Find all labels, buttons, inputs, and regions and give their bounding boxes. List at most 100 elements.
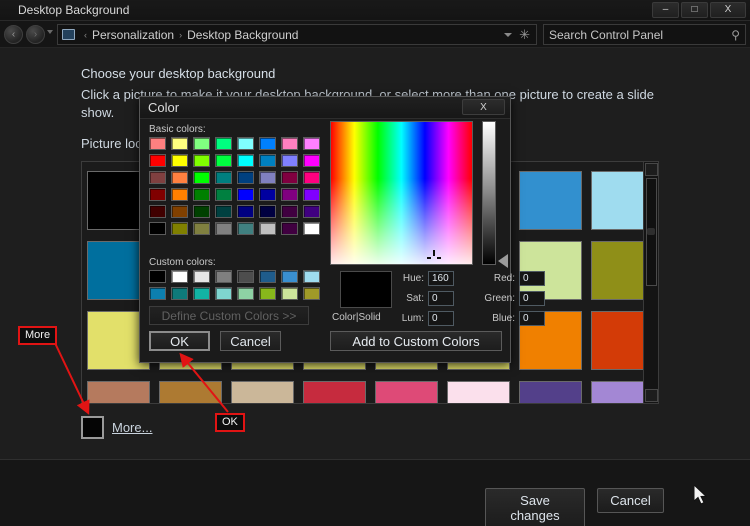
more-color-swatch[interactable] (81, 416, 104, 439)
custom-color-swatch[interactable] (171, 270, 188, 283)
luminance-slider[interactable] (482, 121, 496, 265)
gallery-thumbnail[interactable] (87, 380, 150, 403)
breadcrumb-personalization[interactable]: Personalization (92, 28, 174, 42)
basic-color-swatch[interactable] (171, 171, 188, 184)
basic-color-swatch[interactable] (215, 222, 232, 235)
color-dialog-ok-button[interactable]: OK (149, 331, 210, 351)
basic-color-swatch[interactable] (237, 205, 254, 218)
basic-color-swatch[interactable] (237, 154, 254, 167)
basic-color-swatch[interactable] (193, 205, 210, 218)
basic-color-swatch[interactable] (259, 205, 276, 218)
custom-color-swatch[interactable] (237, 287, 254, 300)
basic-color-swatch[interactable] (259, 154, 276, 167)
basic-color-swatch[interactable] (193, 171, 210, 184)
recent-pages-chevron-icon[interactable] (47, 30, 53, 34)
basic-color-swatch[interactable] (149, 205, 166, 218)
basic-color-swatch[interactable] (149, 171, 166, 184)
green-input[interactable]: 0 (519, 291, 545, 306)
back-button[interactable]: ‹ (4, 25, 23, 44)
custom-color-swatch[interactable] (193, 287, 210, 300)
basic-color-swatch[interactable] (259, 222, 276, 235)
gallery-thumbnail[interactable] (303, 380, 366, 403)
define-custom-colors-button[interactable]: Define Custom Colors >> (149, 306, 309, 325)
basic-color-swatch[interactable] (281, 154, 298, 167)
basic-color-swatch[interactable] (281, 171, 298, 184)
luminance-slider-handle-icon[interactable] (498, 254, 508, 268)
basic-color-swatch[interactable] (303, 188, 320, 201)
basic-color-swatch[interactable] (237, 188, 254, 201)
custom-color-swatch[interactable] (281, 287, 298, 300)
basic-color-swatch[interactable] (303, 154, 320, 167)
basic-color-swatch[interactable] (171, 137, 188, 150)
color-dialog-cancel-button[interactable]: Cancel (220, 331, 281, 351)
custom-color-swatch[interactable] (149, 287, 166, 300)
maximize-button[interactable]: □ (681, 2, 708, 18)
custom-color-swatch[interactable] (171, 287, 188, 300)
cancel-button-main[interactable]: Cancel (597, 488, 664, 513)
basic-color-swatch[interactable] (237, 137, 254, 150)
basic-color-swatch[interactable] (193, 188, 210, 201)
scroll-up-arrow-icon[interactable] (645, 163, 658, 176)
custom-color-swatch[interactable] (259, 270, 276, 283)
basic-color-swatch[interactable] (215, 171, 232, 184)
basic-color-swatch[interactable] (303, 171, 320, 184)
custom-color-swatch[interactable] (193, 270, 210, 283)
address-dropdown-icon[interactable] (504, 32, 513, 37)
custom-color-swatch[interactable] (215, 270, 232, 283)
minimize-button[interactable]: – (652, 2, 679, 18)
custom-color-swatch[interactable] (215, 287, 232, 300)
basic-color-swatch[interactable] (259, 188, 276, 201)
custom-color-swatch[interactable] (237, 270, 254, 283)
basic-color-swatch[interactable] (281, 205, 298, 218)
basic-color-swatch[interactable] (237, 171, 254, 184)
basic-color-swatch[interactable] (193, 137, 210, 150)
custom-color-swatch[interactable] (303, 287, 320, 300)
blue-input[interactable]: 0 (519, 311, 545, 326)
basic-color-swatch[interactable] (303, 205, 320, 218)
refresh-icon[interactable]: ✳ (519, 28, 530, 41)
basic-color-swatch[interactable] (149, 154, 166, 167)
scroll-down-arrow-icon[interactable] (645, 389, 658, 402)
lum-input[interactable]: 0 (428, 311, 454, 326)
basic-color-swatch[interactable] (215, 154, 232, 167)
color-spectrum[interactable] (330, 121, 473, 265)
basic-color-swatch[interactable] (215, 205, 232, 218)
basic-color-swatch[interactable] (193, 222, 210, 235)
basic-color-swatch[interactable] (259, 137, 276, 150)
gallery-thumbnail[interactable] (519, 170, 582, 230)
basic-color-swatch[interactable] (149, 222, 166, 235)
sat-input[interactable]: 0 (428, 291, 454, 306)
forward-button[interactable]: › (26, 25, 45, 44)
basic-color-swatch[interactable] (149, 137, 166, 150)
search-input[interactable]: Search Control Panel (549, 28, 663, 42)
basic-color-swatch[interactable] (237, 222, 254, 235)
search-box[interactable]: Search Control Panel ⚲ (543, 24, 746, 45)
custom-color-swatch[interactable] (149, 270, 166, 283)
gallery-scrollbar[interactable] (643, 162, 658, 403)
basic-color-swatch[interactable] (171, 222, 188, 235)
basic-color-swatch[interactable] (281, 137, 298, 150)
red-input[interactable]: 0 (519, 271, 545, 286)
basic-color-swatch[interactable] (259, 171, 276, 184)
basic-color-swatch[interactable] (215, 137, 232, 150)
custom-color-swatch[interactable] (303, 270, 320, 283)
custom-color-swatch[interactable] (259, 287, 276, 300)
add-to-custom-colors-button[interactable]: Add to Custom Colors (330, 331, 502, 351)
gallery-thumbnail[interactable] (375, 380, 438, 403)
basic-color-swatch[interactable] (281, 188, 298, 201)
gallery-thumbnail[interactable] (447, 380, 510, 403)
more-link[interactable]: More... (112, 420, 152, 435)
basic-color-swatch[interactable] (303, 137, 320, 150)
hue-input[interactable]: 160 (428, 271, 454, 286)
gallery-thumbnail[interactable] (159, 380, 222, 403)
gallery-thumbnail[interactable] (231, 380, 294, 403)
gallery-thumbnail[interactable] (519, 380, 582, 403)
basic-color-swatch[interactable] (171, 205, 188, 218)
basic-color-swatch[interactable] (171, 154, 188, 167)
close-button[interactable]: X (710, 2, 746, 18)
color-dialog-close-button[interactable]: X (462, 99, 505, 115)
breadcrumb-desktop-background[interactable]: Desktop Background (187, 28, 298, 42)
basic-color-swatch[interactable] (215, 188, 232, 201)
custom-color-swatch[interactable] (281, 270, 298, 283)
basic-color-swatch[interactable] (303, 222, 320, 235)
